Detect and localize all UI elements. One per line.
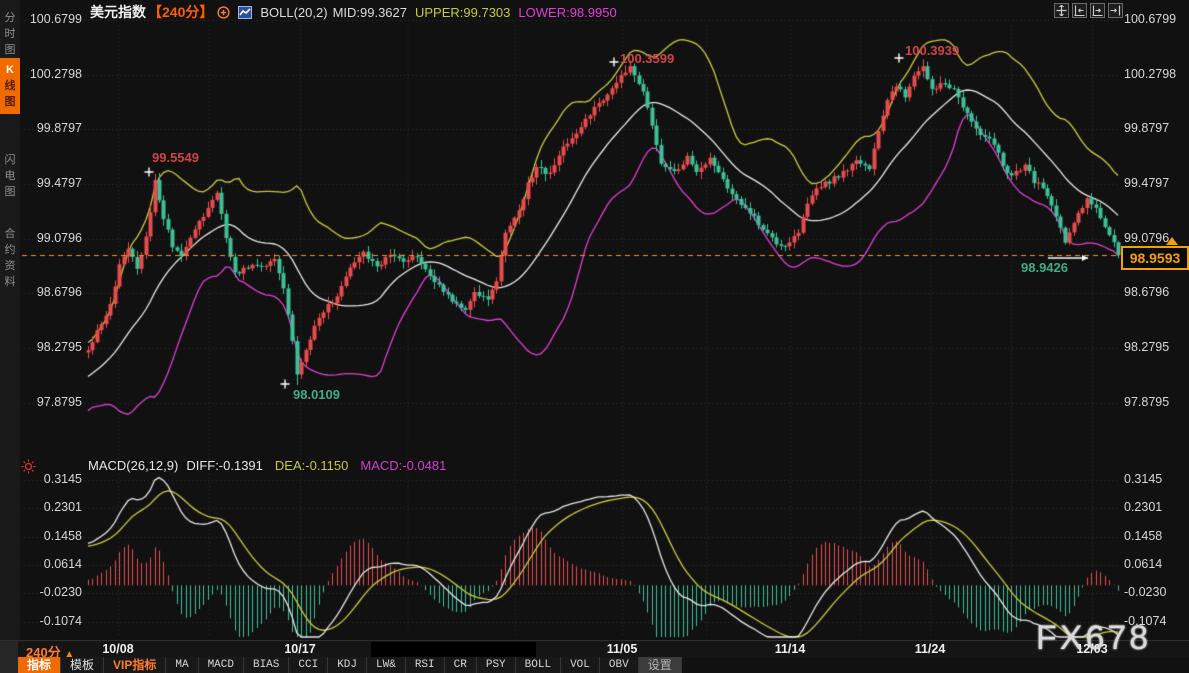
boll-upper-value: UPPER:99.7303: [415, 5, 510, 20]
macd-tick-right-1: 0.2301: [1124, 500, 1188, 514]
price-tick-left-5: 98.6796: [20, 285, 82, 299]
sidebar-tab-4[interactable]: 合约资料: [0, 222, 20, 294]
extreme-label-2: 100.3599: [620, 51, 674, 66]
sidebar-tab-2[interactable]: K线图: [0, 58, 20, 114]
charting-app: 分时图K线图闪电图合约资料 美元指数 【240分】 BOLL(20,2) MID…: [0, 0, 1189, 673]
price-tick-left-6: 98.2795: [20, 340, 82, 354]
toolbar-item-12[interactable]: PSY: [477, 657, 516, 673]
toolbar-item-9[interactable]: LW&: [367, 657, 406, 673]
price-tick-right-3: 99.4797: [1124, 176, 1188, 190]
sidebar-tab-1[interactable]: 分时图: [0, 6, 20, 62]
price-tick-right-0: 100.6799: [1124, 12, 1188, 26]
macd-dea-value: DEA:-0.1150: [275, 458, 348, 473]
toolbar-item-1[interactable]: 指标: [18, 657, 61, 673]
macd-diff-value: DIFF:-0.1391: [186, 458, 263, 473]
chart-style-icon[interactable]: [238, 6, 252, 19]
price-tick-right-1: 100.2798: [1124, 67, 1188, 81]
toolbar-item-10[interactable]: RSI: [406, 657, 445, 673]
price-tick-right-6: 98.2795: [1124, 340, 1188, 354]
toolbar-item-2[interactable]: 模板: [61, 657, 104, 673]
extreme-label-5: 98.9426: [1021, 260, 1068, 275]
scrollbar-thumb[interactable]: [371, 642, 536, 657]
macd-tick-right-3: 0.0614: [1124, 557, 1188, 571]
toolbar-item-13[interactable]: BOLL: [516, 657, 561, 673]
price-tick-left-1: 100.2798: [20, 67, 82, 81]
sidebar-tab-3[interactable]: 闪电图: [0, 148, 20, 204]
toolbar-item-8[interactable]: KDJ: [328, 657, 367, 673]
axis-compress-left-icon[interactable]: [1072, 3, 1087, 18]
date-label-10-08: 10/08: [102, 642, 133, 656]
symbol-title: 美元指数: [90, 2, 146, 22]
macd-tick-right-0: 0.3145: [1124, 472, 1188, 486]
date-label-11-24: 11/24: [915, 642, 946, 656]
macd-macd-value: MACD:-0.0481: [360, 458, 446, 473]
toolbar-item-7[interactable]: CCI: [289, 657, 328, 673]
macd-name: MACD(26,12,9): [88, 458, 178, 473]
time-axis-row: 240分 ▲ 10/0810/1711/0511/1411/2412/03: [0, 640, 1189, 658]
toolbar-item-6[interactable]: BIAS: [244, 657, 289, 673]
extreme-label-3: 100.3939: [905, 43, 959, 58]
toolbar-item-4[interactable]: MA: [166, 657, 198, 673]
price-tick-right-7: 97.8795: [1124, 395, 1188, 409]
price-up-arrow-icon: [1166, 237, 1178, 245]
toolbar-item-14[interactable]: VOL: [561, 657, 600, 673]
macd-tick-right-4: -0.0230: [1124, 585, 1188, 599]
toolbar-item-15[interactable]: OBV: [600, 657, 639, 673]
toolbar-item-16[interactable]: 设置: [639, 657, 682, 673]
macd-tick-left-5: -0.1074: [20, 614, 82, 628]
date-label-11-05: 11/05: [607, 642, 638, 656]
toolbar-item-11[interactable]: CR: [445, 657, 477, 673]
toolbar-item-5[interactable]: MACD: [199, 657, 244, 673]
boll-lower-value: LOWER:98.9950: [518, 5, 616, 20]
chart-header: 美元指数 【240分】 BOLL(20,2) MID:99.3627 UPPER…: [90, 2, 617, 22]
price-tick-left-2: 99.8797: [20, 121, 82, 135]
macd-tick-left-2: 0.1458: [20, 529, 82, 543]
extreme-label-1: 99.5549: [152, 150, 199, 165]
period-label: 【240分】: [148, 2, 213, 22]
extreme-label-4: 98.0109: [293, 387, 340, 402]
chart-toolbar-icons: [1054, 3, 1123, 18]
price-tick-right-5: 98.6796: [1124, 285, 1188, 299]
date-label-10-17: 10/17: [284, 642, 315, 656]
macd-tick-left-1: 0.2301: [20, 500, 82, 514]
pan-icon[interactable]: [1054, 3, 1069, 18]
price-tick-right-2: 99.8797: [1124, 121, 1188, 135]
indicator-settings-icon[interactable]: [21, 459, 36, 479]
price-tick-right-4: 99.0796: [1124, 231, 1188, 245]
watermark: FX678: [1036, 619, 1151, 658]
macd-tick-right-2: 0.1458: [1124, 529, 1188, 543]
shift-right-icon[interactable]: [1108, 3, 1123, 18]
axis-corner-block: [0, 641, 18, 673]
price-tick-left-7: 97.8795: [20, 395, 82, 409]
macd-header: MACD(26,12,9) DIFF:-0.1391 DEA:-0.1150 M…: [88, 458, 446, 473]
price-tick-left-4: 99.0796: [20, 231, 82, 245]
chart-type-sidebar: 分时图K线图闪电图合约资料: [0, 0, 20, 640]
price-chart-canvas[interactable]: [0, 0, 1189, 640]
price-tick-left-0: 100.6799: [20, 12, 82, 26]
boll-mid-value: MID:99.3627: [333, 5, 407, 20]
toolbar-item-3[interactable]: VIP指标: [104, 657, 166, 673]
indicator-toolbar: 指标模板VIP指标MAMACDBIASCCIKDJLW&RSICRPSYBOLL…: [18, 657, 682, 673]
axis-expand-right-icon[interactable]: [1090, 3, 1105, 18]
date-label-11-14: 11/14: [775, 642, 806, 656]
alert-plus-icon[interactable]: [217, 6, 230, 19]
macd-tick-left-4: -0.0230: [20, 585, 82, 599]
price-tick-left-3: 99.4797: [20, 176, 82, 190]
macd-tick-left-3: 0.0614: [20, 557, 82, 571]
current-price-box: 98.9593: [1121, 246, 1189, 270]
boll-label: BOLL(20,2): [260, 5, 327, 20]
